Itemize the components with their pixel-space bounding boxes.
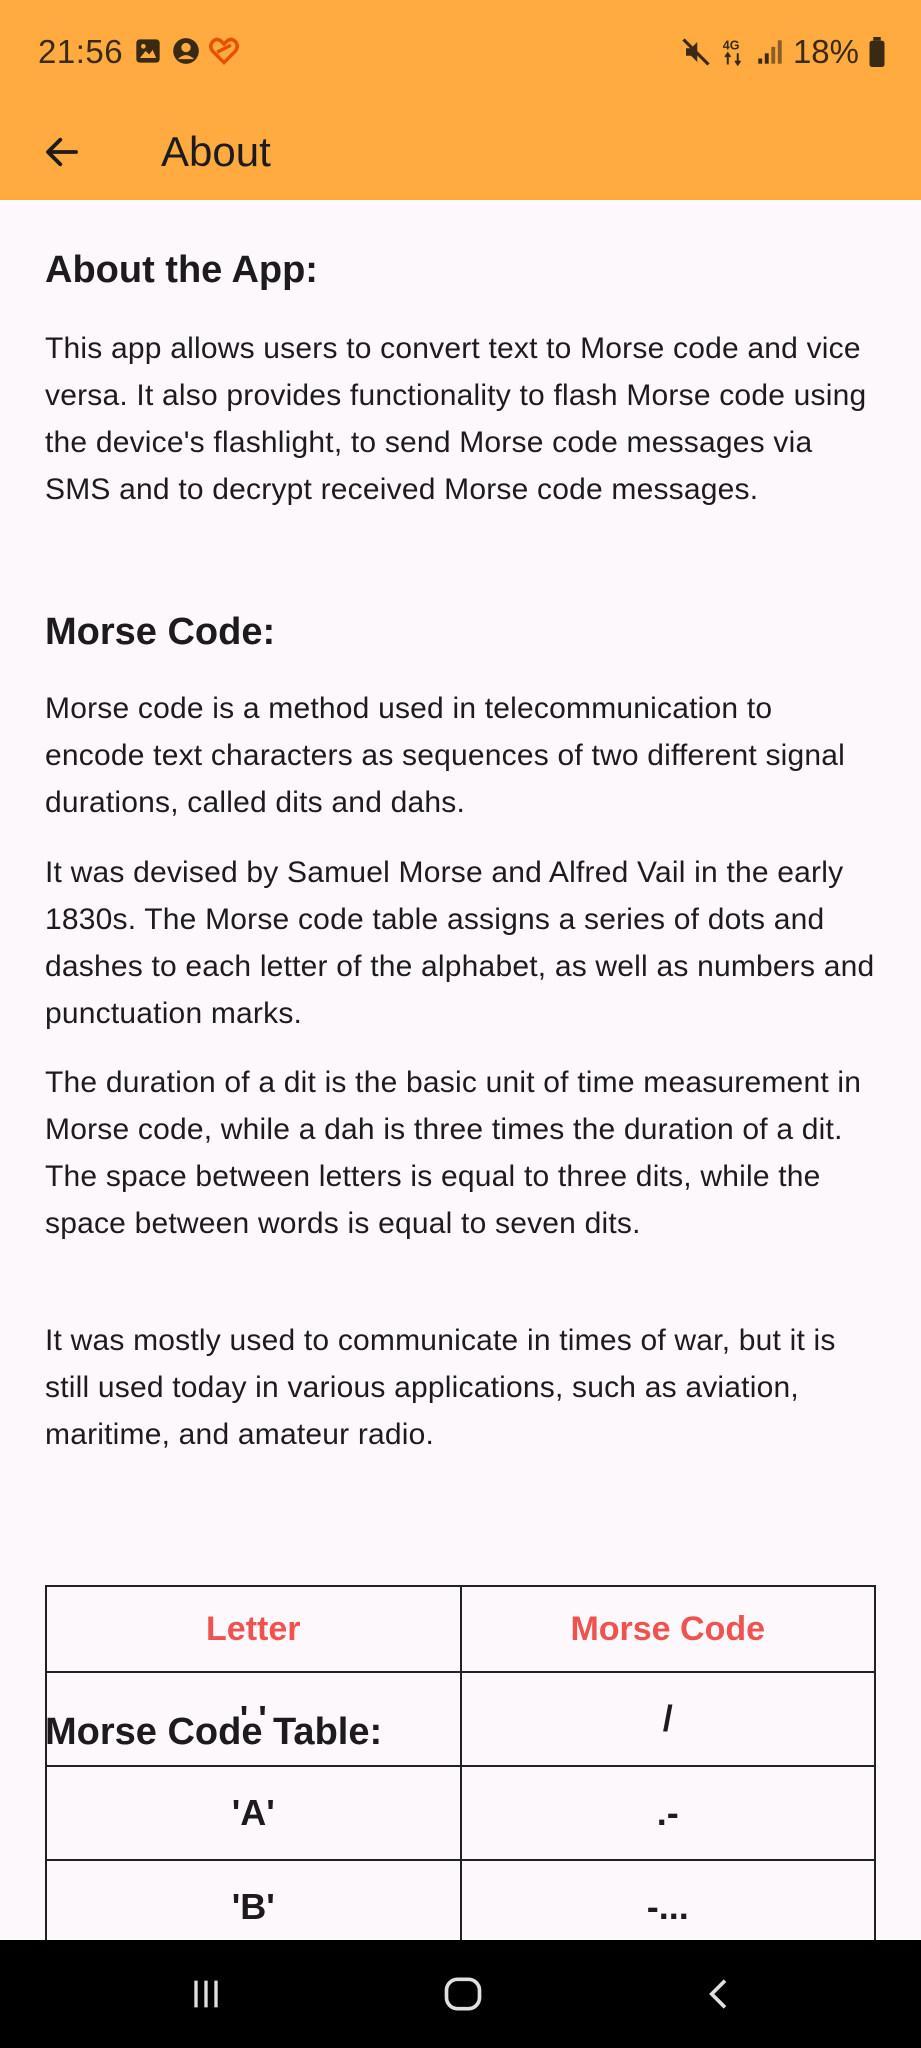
morse-paragraph-3: The duration of a dit is the basic unit … — [45, 1066, 862, 1240]
morse-code-heading: Morse Code: — [45, 611, 276, 653]
network-4g-icon: 4G — [721, 37, 747, 67]
page-title: About — [161, 128, 271, 175]
table-row: ' ' / — [47, 1673, 874, 1767]
morse-paragraph-1: Morse code is a method used in telecommu… — [45, 692, 846, 819]
column-header-morse-code: Morse Code — [459, 1587, 875, 1671]
status-bar: 21:56 4G 18% — [0, 0, 921, 104]
morse-code-table: Letter Morse Code ' ' / 'A' .- 'B' -... — [45, 1585, 876, 1955]
recent-apps-icon — [194, 1980, 218, 2008]
home-icon — [444, 1977, 482, 2011]
app-bar: 21:56 4G 18% About — [0, 0, 921, 200]
mute-icon — [681, 37, 711, 67]
about-app-text: This app allows users to convert text to… — [45, 332, 867, 506]
account-icon — [171, 36, 201, 66]
letter-cell: 'A' — [231, 1792, 275, 1833]
back-nav-icon — [709, 1979, 727, 2009]
morse-paragraph-4: It was mostly used to communicate in tim… — [45, 1324, 836, 1451]
toolbar: About — [0, 104, 921, 200]
back-arrow-icon — [46, 137, 78, 167]
column-header-letter: Letter — [206, 1609, 301, 1648]
back-nav-button[interactable] — [688, 1962, 752, 2026]
morse-cell: / — [459, 1673, 875, 1765]
about-app-heading: About the App: — [45, 249, 318, 291]
heart-icon — [209, 36, 239, 66]
battery-percent: 18% — [792, 33, 859, 70]
morse-paragraph-2: It was devised by Samuel Morse and Alfre… — [45, 856, 875, 1030]
system-nav-bar — [0, 1940, 921, 2048]
table-header-row: Letter Morse Code — [47, 1587, 874, 1673]
back-button[interactable] — [32, 122, 92, 182]
signal-icon — [757, 39, 783, 65]
home-button[interactable] — [431, 1962, 495, 2026]
battery-icon — [869, 37, 885, 67]
letter-cell: ' ' — [239, 1698, 267, 1739]
network-4g-label: 4G — [723, 39, 740, 53]
status-time: 21:56 — [38, 33, 124, 70]
recent-apps-button[interactable] — [174, 1962, 238, 2026]
table-row: 'A' .- — [47, 1767, 874, 1861]
morse-cell: .- — [459, 1767, 875, 1859]
status-icons-left — [133, 36, 239, 66]
status-icons-right: 4G 18% — [681, 32, 885, 72]
image-icon — [133, 36, 163, 66]
